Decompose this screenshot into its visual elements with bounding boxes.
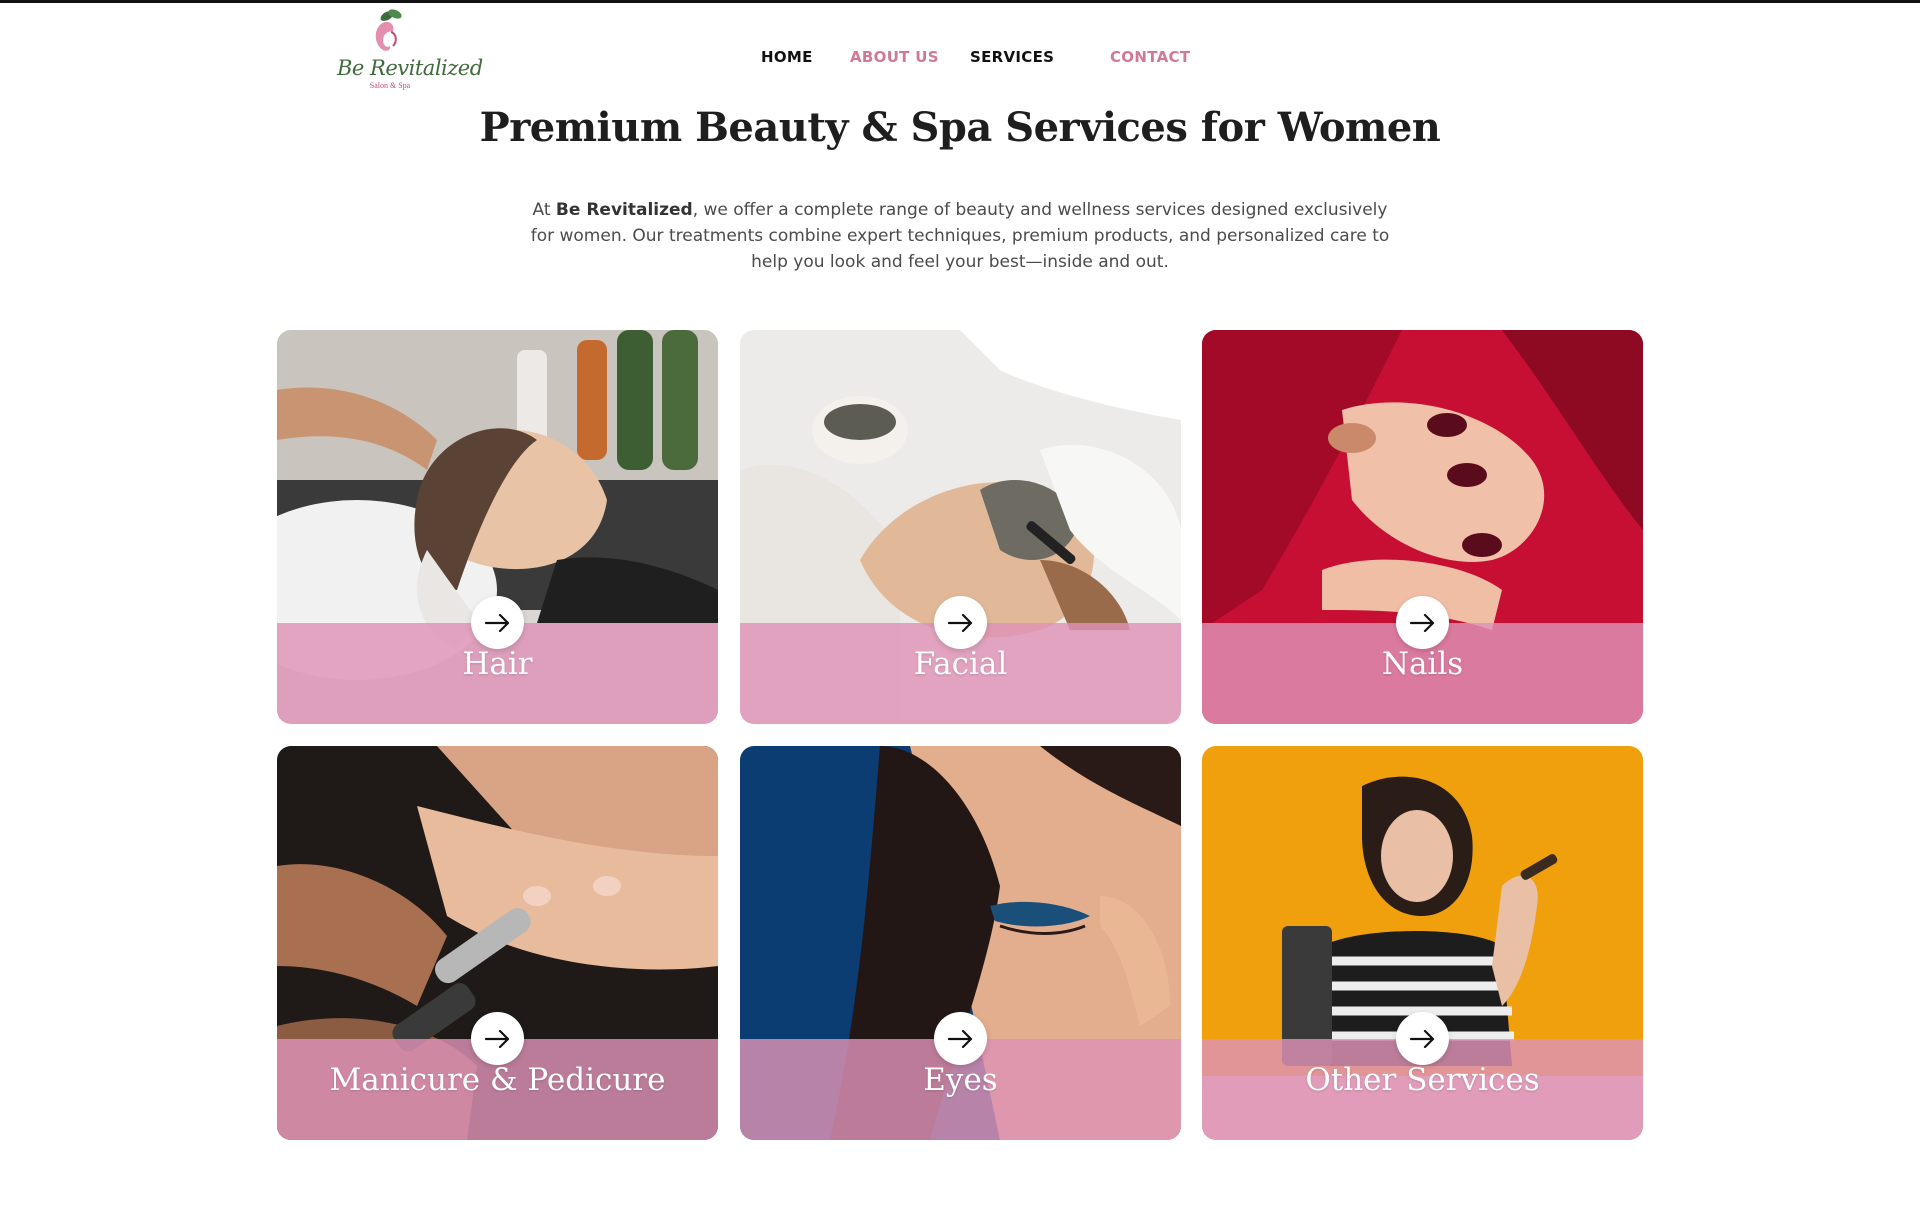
- intro-paragraph: At Be Revitalized, we offer a complete r…: [530, 197, 1390, 275]
- nav-home[interactable]: HOME: [761, 48, 813, 66]
- main-nav: HOME ABOUT US SERVICES CONTACT: [0, 48, 1920, 68]
- arrow-right-icon[interactable]: [1396, 596, 1449, 649]
- service-card-other-services[interactable]: Other Services: [1202, 746, 1643, 1140]
- arrow-right-icon[interactable]: [471, 596, 524, 649]
- intro-brand: Be Revitalized: [555, 200, 693, 220]
- arrow-right-icon[interactable]: [934, 1012, 987, 1065]
- service-label: Nails: [1381, 646, 1464, 682]
- nav-services[interactable]: SERVICES: [970, 48, 1054, 66]
- brand-tagline: Salon & Spa: [369, 81, 411, 90]
- service-card-facial[interactable]: Facial: [740, 330, 1181, 724]
- service-card-hair[interactable]: Hair: [277, 330, 718, 724]
- service-card-nails[interactable]: Nails: [1202, 330, 1643, 724]
- nav-about-us[interactable]: ABOUT US: [850, 48, 939, 66]
- service-label: Facial: [913, 646, 1008, 682]
- service-label: Eyes: [923, 1062, 998, 1098]
- arrow-right-icon[interactable]: [1396, 1012, 1449, 1065]
- intro-prefix: At: [532, 200, 556, 220]
- top-border: [0, 0, 1920, 3]
- service-label: Other Services: [1305, 1062, 1540, 1098]
- page-title: Premium Beauty & Spa Services for Women: [479, 104, 1441, 151]
- service-label: Manicure & Pedicure: [329, 1062, 666, 1098]
- arrow-right-icon[interactable]: [934, 596, 987, 649]
- service-label: Hair: [462, 646, 533, 682]
- service-card-manicure-pedicure[interactable]: Manicure & Pedicure: [277, 746, 718, 1140]
- arrow-right-icon[interactable]: [471, 1012, 524, 1065]
- nav-contact[interactable]: CONTACT: [1110, 48, 1190, 66]
- service-card-eyes[interactable]: Eyes: [740, 746, 1181, 1140]
